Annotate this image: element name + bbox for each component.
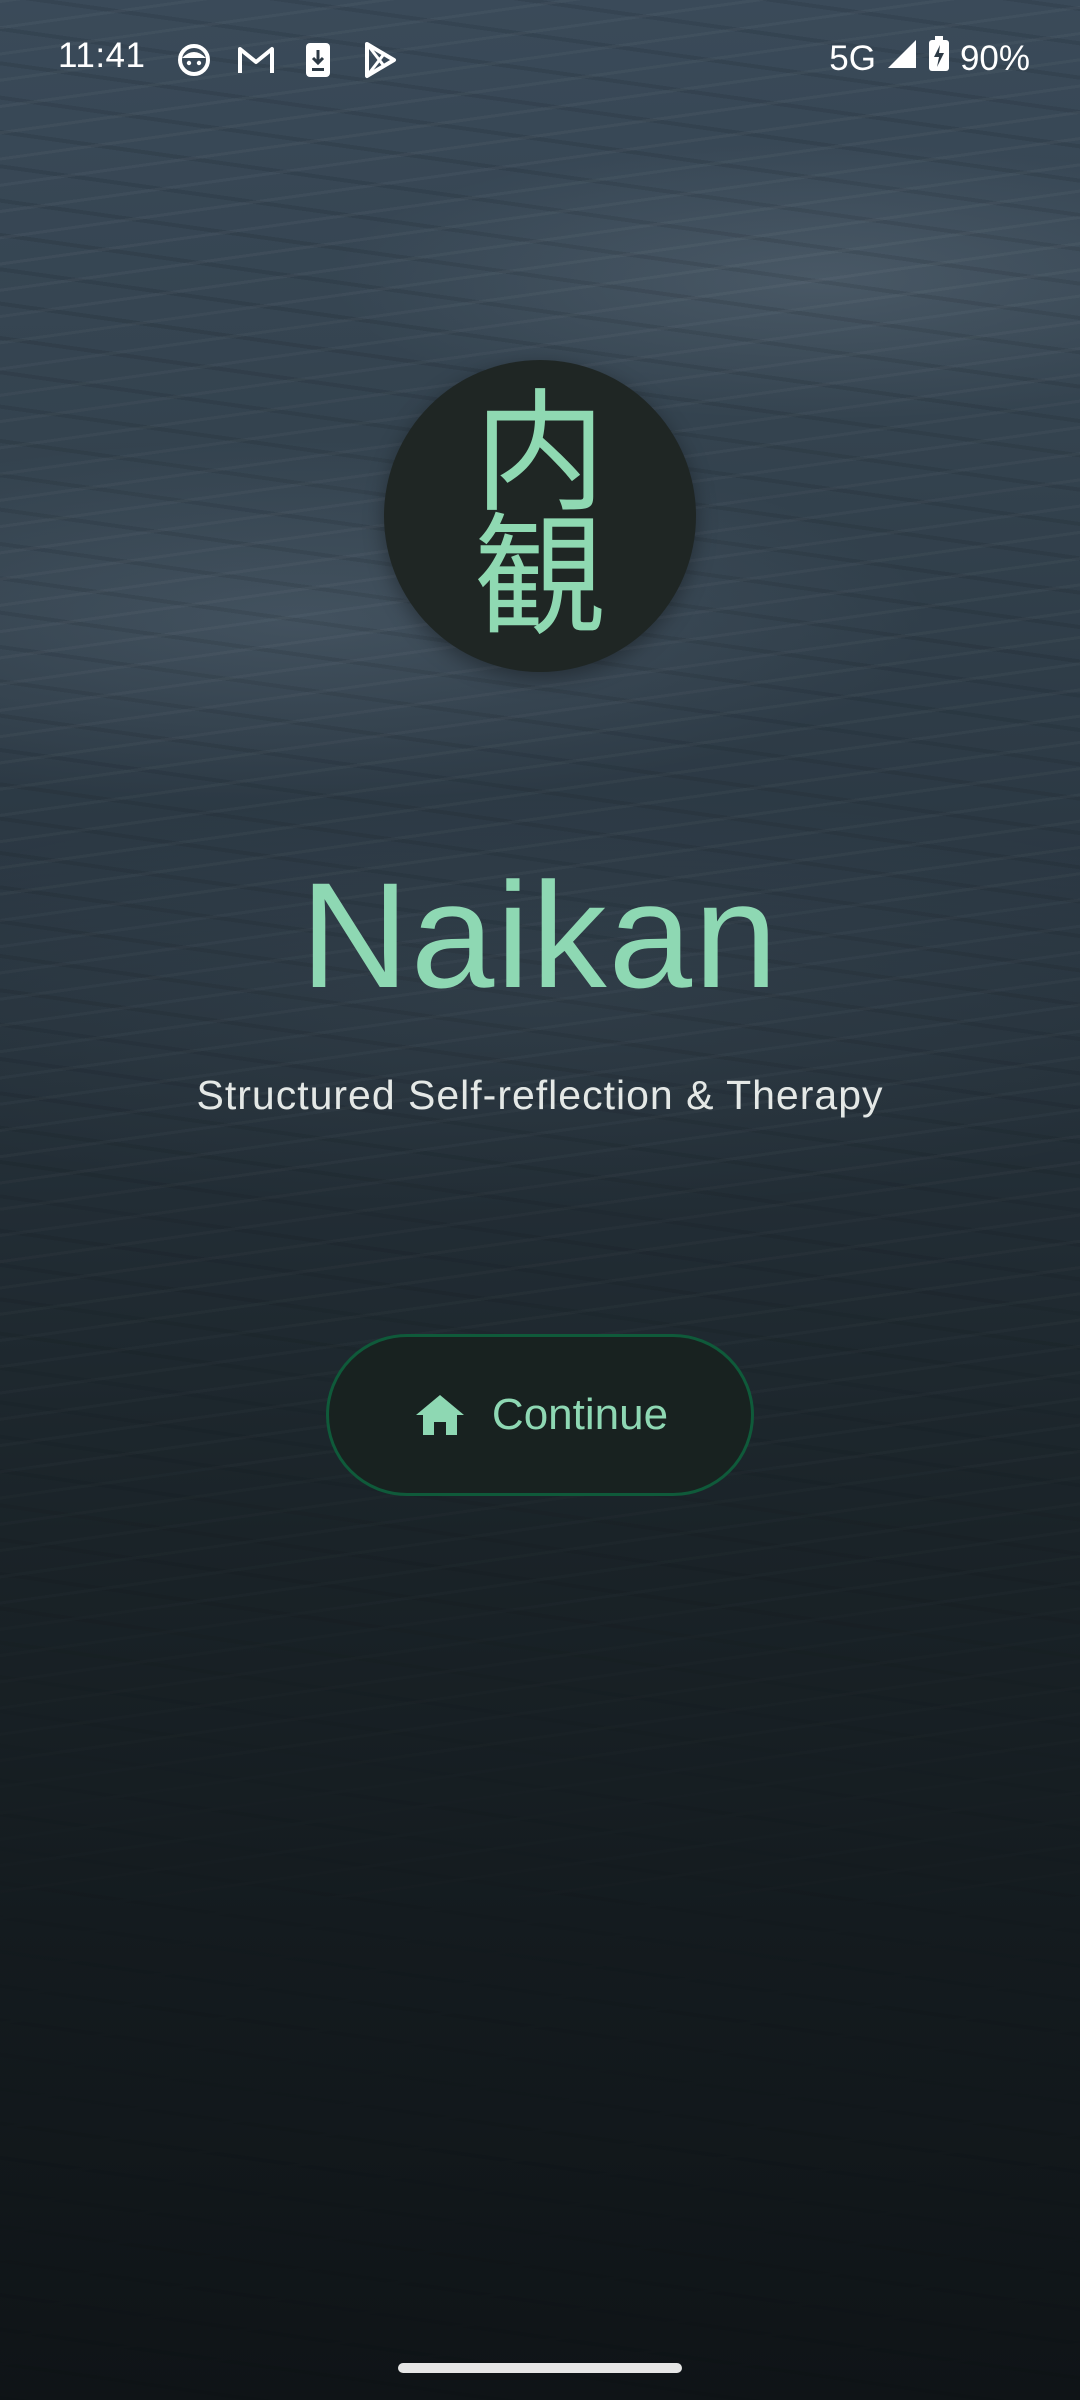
app-logo: 内 観 bbox=[384, 360, 696, 672]
phone-download-icon bbox=[298, 40, 338, 80]
home-icon bbox=[412, 1387, 468, 1443]
play-store-icon bbox=[360, 40, 400, 80]
splash-screen: 11:41 5G 90% 内 観 Naikan Structured Self-… bbox=[0, 0, 1080, 2400]
app-title: Naikan bbox=[300, 851, 780, 1019]
home-indicator[interactable] bbox=[398, 2363, 682, 2373]
continue-label: Continue bbox=[491, 1390, 669, 1439]
notification-icons bbox=[174, 40, 400, 80]
status-right: 5G 90% bbox=[829, 36, 1030, 81]
network-type: 5G bbox=[829, 38, 876, 78]
app-subtitle: Structured Self-reflection & Therapy bbox=[196, 1072, 884, 1118]
battery-charging-icon bbox=[928, 36, 950, 81]
continue-button[interactable]: Continue bbox=[326, 1334, 754, 1496]
notification-face-icon bbox=[174, 40, 214, 80]
status-time: 11:41 bbox=[58, 36, 146, 75]
signal-icon bbox=[886, 38, 918, 79]
gmail-icon bbox=[236, 40, 276, 80]
battery-percent: 90% bbox=[959, 38, 1030, 78]
status-bar: 11:41 5G 90% bbox=[0, 0, 1080, 120]
logo-kanji-kan: 観 bbox=[474, 501, 606, 655]
